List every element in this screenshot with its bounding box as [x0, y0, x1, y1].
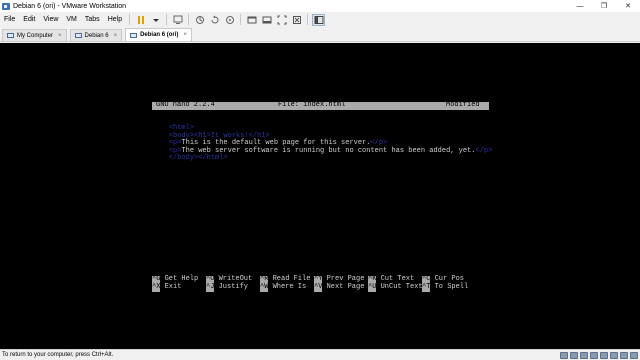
tab-label: My Computer — [17, 32, 54, 39]
menu-vm[interactable]: VM — [62, 12, 81, 27]
html-tag: </body></html> — [168, 154, 228, 163]
vm-tab-bar: My Computer × Debian 6 × Debian 6 (ori) … — [0, 28, 640, 42]
snapshot-manager-button[interactable] — [223, 14, 236, 26]
snapshot-icon — [195, 15, 204, 24]
toolbar-separator — [129, 14, 131, 25]
status-bar: To return to your computer, press Ctrl+A… — [0, 349, 640, 360]
network-adapter-icon[interactable] — [590, 352, 598, 359]
printer-icon[interactable] — [620, 352, 628, 359]
vm-icon — [130, 32, 138, 38]
tab-close-icon[interactable]: × — [114, 33, 118, 39]
shortcut-exit: ^X Exit — [152, 283, 182, 292]
menu-file[interactable]: File — [0, 12, 19, 27]
tab-my-computer[interactable]: My Computer × — [2, 29, 67, 41]
html-tag: </p> — [475, 146, 493, 155]
computer-icon — [7, 33, 14, 38]
toolbar-separator — [166, 14, 168, 25]
tab-close-icon[interactable]: × — [58, 33, 62, 39]
vm-icon — [74, 33, 82, 38]
console-view-icon — [247, 16, 257, 23]
editor-line: </body></html> — [152, 148, 228, 170]
nano-title-bar: GNU nano 2.2.4 File: index.html Modified — [152, 101, 489, 110]
device-status-icons — [558, 352, 638, 359]
menu-help[interactable]: Help — [104, 12, 126, 27]
window-controls: — ❐ ✕ — [568, 0, 640, 12]
usb-icon[interactable] — [600, 352, 608, 359]
shortcut-to-spell: ^T To Spell — [422, 283, 469, 292]
revert-snapshot-button[interactable] — [208, 14, 221, 26]
tab-close-icon[interactable]: × — [183, 32, 187, 38]
menu-tabs[interactable]: Tabs — [81, 12, 104, 27]
menu-edit[interactable]: Edit — [19, 12, 39, 27]
sound-icon[interactable] — [610, 352, 618, 359]
snapshot-manager-icon — [225, 15, 234, 24]
restore-button[interactable]: ❐ — [592, 0, 616, 12]
shortcut-where-is: ^W Where Is — [260, 283, 307, 292]
revert-icon — [211, 15, 219, 23]
full-screen-button[interactable] — [275, 14, 288, 26]
library-button[interactable] — [312, 13, 326, 26]
tab-debian-6-ori[interactable]: Debian 6 (ori) × — [125, 28, 192, 41]
tab-label: Debian 6 (ori) — [140, 32, 179, 38]
toolbar-separator — [240, 14, 242, 25]
vm-console[interactable]: GNU nano 2.2.4 File: index.html Modified… — [0, 43, 640, 349]
vmware-app-icon — [2, 2, 10, 10]
display-icon[interactable] — [630, 352, 638, 359]
network-icon — [173, 15, 183, 24]
console-view-button[interactable] — [245, 14, 258, 26]
pause-icon — [137, 15, 144, 24]
tab-label: Debian 6 — [84, 32, 109, 39]
fit-guest-icon — [292, 15, 301, 24]
close-button[interactable]: ✕ — [616, 0, 640, 12]
library-icon — [314, 15, 324, 24]
nano-modified-status: Modified — [446, 101, 480, 109]
floppy-icon[interactable] — [580, 352, 588, 359]
nano-shortcut-menu: ^G Get Help ^O WriteOut ^R Read File ^Y … — [152, 275, 476, 292]
title-bar: Debian 6 (ori) - VMware Workstation — ❐ … — [0, 0, 640, 12]
hard-disk-icon[interactable] — [560, 352, 568, 359]
menu-view[interactable]: View — [39, 12, 62, 27]
pause-button[interactable] — [134, 14, 147, 26]
chevron-down-icon — [152, 18, 159, 22]
minimize-button[interactable]: — — [568, 0, 592, 12]
menu-bar: File Edit View VM Tabs Help — [0, 12, 640, 27]
shortcut-row: ^X Exit ^J Justify ^W Where Is ^V Next P… — [152, 283, 476, 292]
nano-filename: File: index.html — [278, 101, 346, 109]
fit-guest-button[interactable] — [290, 14, 303, 26]
shortcut-justify: ^J Justify — [206, 283, 249, 292]
cd-drive-icon[interactable] — [570, 352, 578, 359]
status-text: To return to your computer, press Ctrl+A… — [2, 352, 114, 358]
toolbar-separator — [188, 14, 190, 25]
shortcut-uncut-text: ^U UnCut Text — [368, 283, 423, 292]
send-ctrl-alt-del-button[interactable] — [171, 14, 184, 26]
toolbar-separator — [307, 14, 309, 25]
power-dropdown-button[interactable] — [149, 14, 162, 26]
shortcut-next-page: ^V Next Page — [314, 283, 365, 292]
snapshot-button[interactable] — [193, 14, 206, 26]
tab-debian-6[interactable]: Debian 6 × — [69, 29, 123, 41]
full-screen-icon — [277, 15, 287, 24]
unity-icon — [262, 16, 272, 23]
unity-button[interactable] — [260, 14, 273, 26]
window-title: Debian 6 (ori) - VMware Workstation — [13, 2, 127, 10]
nano-version: GNU nano 2.2.4 — [156, 101, 215, 109]
